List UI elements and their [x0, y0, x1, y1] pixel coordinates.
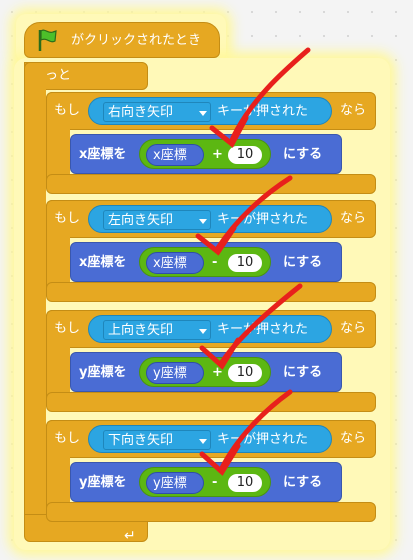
key-pressed-label: キーが押された — [217, 104, 309, 119]
operator-symbol: + — [212, 365, 223, 380]
set-prefix: x座標を — [79, 255, 127, 270]
if-footer — [46, 392, 376, 412]
key-dropdown[interactable]: 左向き矢印 — [103, 210, 211, 230]
operator-reporter[interactable]: y座標 + 10 — [139, 357, 271, 387]
then-label: なら — [340, 103, 367, 118]
key-dropdown-value: 左向き矢印 — [108, 213, 174, 228]
variable-reporter[interactable]: y座標 — [146, 472, 204, 494]
key-dropdown-value: 右向き矢印 — [108, 105, 174, 120]
key-dropdown[interactable]: 右向き矢印 — [103, 102, 211, 122]
operator-symbol: - — [212, 255, 218, 270]
set-suffix: にする — [283, 255, 323, 270]
key-dropdown-value: 下向き矢印 — [108, 433, 174, 448]
set-position-block[interactable]: x座標を x座標 - 10 にする — [70, 242, 342, 282]
operator-reporter[interactable]: y座標 - 10 — [139, 467, 271, 497]
key-pressed-label: キーが押された — [217, 322, 309, 337]
variable-reporter[interactable]: x座標 — [146, 252, 204, 274]
set-suffix: にする — [283, 147, 323, 162]
if-label: もし — [54, 103, 81, 118]
if-footer — [46, 502, 376, 522]
variable-label: x座標 — [153, 148, 187, 163]
variable-reporter[interactable]: x座標 — [146, 144, 204, 166]
operator-symbol: - — [212, 475, 218, 490]
key-dropdown[interactable]: 下向き矢印 — [103, 430, 211, 450]
chevron-down-icon — [199, 329, 207, 334]
when-flag-clicked-block[interactable]: がクリックされたとき — [24, 22, 220, 58]
operator-reporter[interactable]: x座標 - 10 — [139, 247, 271, 277]
variable-reporter[interactable]: y座標 — [146, 362, 204, 384]
then-label: なら — [340, 321, 367, 336]
then-label: なら — [340, 431, 367, 446]
key-dropdown[interactable]: 上向き矢印 — [103, 320, 211, 340]
then-label: なら — [340, 211, 367, 226]
key-pressed-label: キーが押された — [217, 432, 309, 447]
if-footer — [46, 174, 376, 194]
key-pressed-reporter[interactable]: 右向き矢印 キーが押された — [88, 97, 332, 125]
forever-arm — [24, 62, 46, 540]
set-position-block[interactable]: y座標を y座標 - 10 にする — [70, 462, 342, 502]
if-label: もし — [54, 211, 81, 226]
variable-label: y座標 — [153, 476, 187, 491]
key-dropdown-value: 上向き矢印 — [108, 323, 174, 338]
operator-symbol: + — [212, 147, 223, 162]
set-suffix: にする — [283, 475, 323, 490]
if-label: もし — [54, 431, 81, 446]
key-pressed-reporter[interactable]: 上向き矢印 キーが押された — [88, 315, 332, 343]
key-pressed-reporter[interactable]: 下向き矢印 キーが押された — [88, 425, 332, 453]
if-label: もし — [54, 321, 81, 336]
value-input[interactable]: 10 — [228, 474, 262, 492]
value-input[interactable]: 10 — [228, 364, 262, 382]
set-prefix: y座標を — [79, 365, 127, 380]
set-prefix: x座標を — [79, 147, 127, 162]
key-pressed-reporter[interactable]: 左向き矢印 キーが押された — [88, 205, 332, 233]
loop-arrow-icon: ↵ — [124, 528, 136, 544]
value-input[interactable]: 10 — [228, 146, 262, 164]
chevron-down-icon — [199, 111, 207, 116]
chevron-down-icon — [199, 219, 207, 224]
value-input[interactable]: 10 — [228, 254, 262, 272]
if-footer — [46, 282, 376, 302]
key-pressed-label: キーが押された — [217, 212, 309, 227]
chevron-down-icon — [199, 439, 207, 444]
hat-label: がクリックされたとき — [71, 33, 202, 48]
variable-label: x座標 — [153, 256, 187, 271]
green-flag-icon — [35, 27, 61, 57]
set-prefix: y座標を — [79, 475, 127, 490]
variable-label: y座標 — [153, 366, 187, 381]
set-position-block[interactable]: y座標を y座標 + 10 にする — [70, 352, 342, 392]
operator-reporter[interactable]: x座標 + 10 — [139, 139, 271, 169]
set-position-block[interactable]: x座標を x座標 + 10 にする — [70, 134, 342, 174]
set-suffix: にする — [283, 365, 323, 380]
